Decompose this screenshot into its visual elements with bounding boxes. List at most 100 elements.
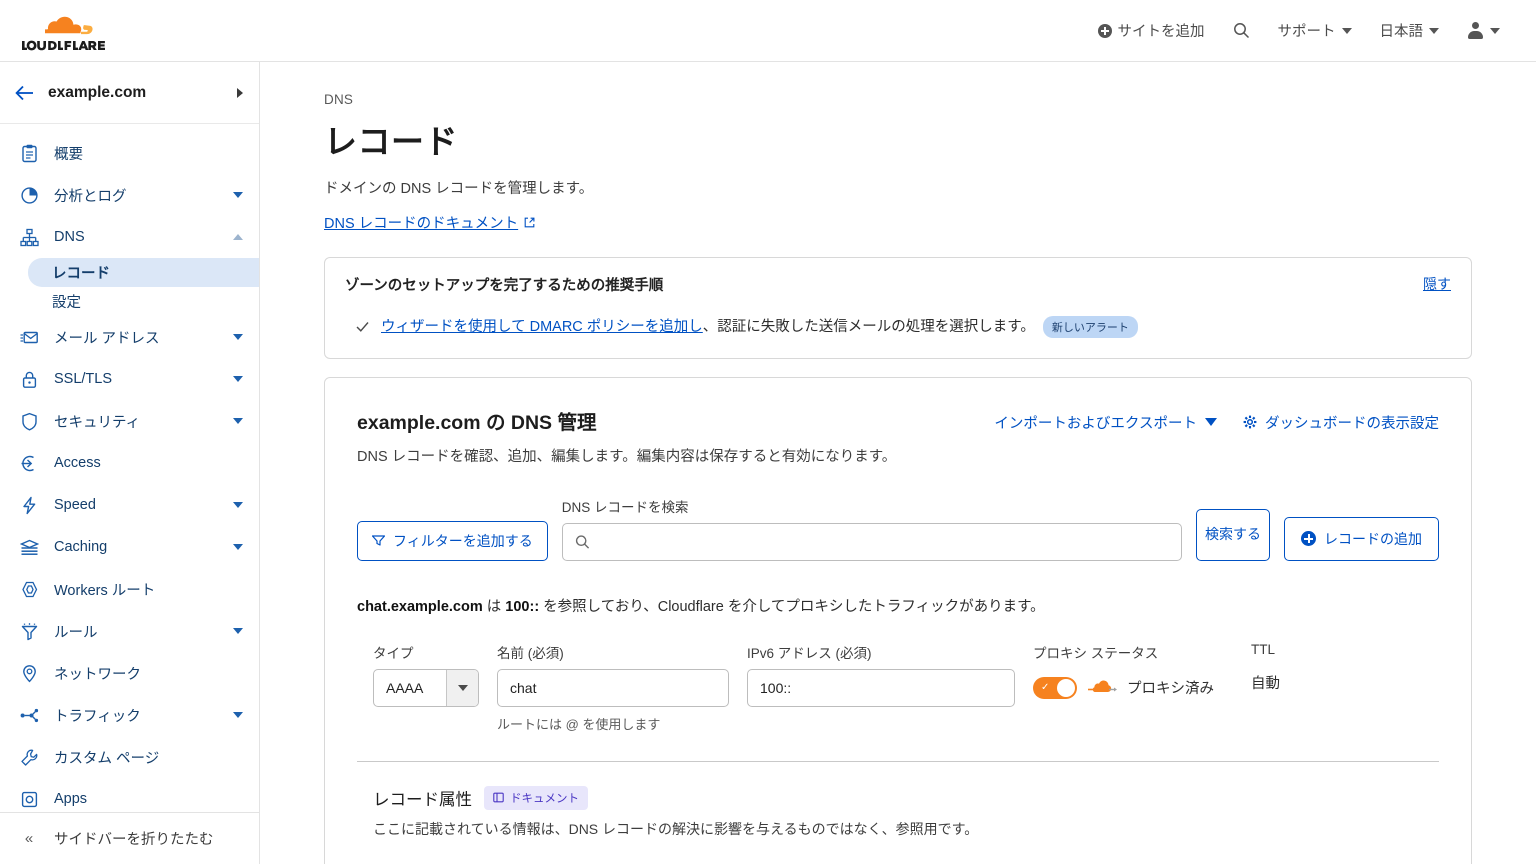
sidebar-item-label: 概要	[54, 146, 83, 163]
ttl-value: 自動	[1251, 676, 1280, 693]
global-search-button[interactable]	[1219, 16, 1264, 45]
sidebar-item-label: 分析とログ	[54, 188, 127, 205]
proxy-status-text: プロキシ済み	[1127, 681, 1214, 698]
add-filter-button[interactable]: フィルターを追加する	[357, 520, 548, 561]
sidebar-item-label: セキュリティ	[54, 414, 141, 431]
add-filter-label: フィルターを追加する	[393, 532, 533, 549]
double-chevron-left-icon: «	[24, 830, 34, 847]
sidebar-item-workers-routes[interactable]: Workers ルート	[0, 568, 259, 610]
add-record-button[interactable]: レコードの追加	[1284, 516, 1439, 561]
sidebar-item-caching[interactable]: Caching	[0, 526, 259, 568]
record-name-hint: ルートには @ を使用します	[497, 716, 661, 732]
sidebar-item-analytics[interactable]: 分析とログ	[0, 174, 259, 216]
language-menu[interactable]: 日本語	[1366, 14, 1454, 47]
sidebar-subitem-label: レコード	[52, 266, 110, 282]
proxy-status-group: プロキシ ステータス ✓ プロキシ済み	[1033, 642, 1233, 707]
cloudflare-logo[interactable]	[18, 9, 122, 53]
collapse-sidebar-button[interactable]: « サイドバーを折りたたむ	[0, 812, 259, 864]
sidebar-item-network[interactable]: ネットワーク	[0, 652, 259, 694]
login-arrow-icon	[18, 452, 40, 474]
page-title: レコード	[324, 123, 458, 160]
sidebar-item-custom-pages[interactable]: カスタム ページ	[0, 736, 259, 778]
page-description: ドメインの DNS レコードを管理します。	[324, 181, 594, 197]
sidebar-subitem-label: 設定	[52, 295, 81, 311]
location-pin-icon	[18, 662, 40, 684]
sidebar-item-overview[interactable]: 概要	[0, 132, 259, 174]
search-submit-button[interactable]: 検索する	[1196, 508, 1270, 561]
records-toolbar: フィルターを追加する DNS レコードを検索 検索する レコードの追加	[357, 496, 1439, 561]
magnifier-icon	[575, 534, 590, 549]
chevron-up-icon	[233, 234, 243, 240]
top-navigation-bar: サイトを追加 サポート 日本語	[0, 0, 1536, 62]
sidebar: example.com 概要 分析とログ DNS レコード 設定 メール アドレ…	[0, 62, 260, 864]
search-records-group: DNS レコードを検索	[561, 496, 1182, 561]
record-type-value: AAAA	[386, 679, 424, 696]
user-avatar-icon	[1467, 22, 1484, 39]
sidebar-item-ssl-tls[interactable]: SSL/TLS	[0, 358, 259, 400]
chevron-down-icon[interactable]	[446, 669, 478, 706]
lightning-bolt-icon	[18, 494, 40, 516]
dns-records-documentation-link[interactable]: DNS レコードのドキュメント	[324, 212, 535, 233]
workers-icon	[18, 578, 40, 600]
import-export-menu[interactable]: インポートおよびエクスポート	[994, 412, 1217, 433]
dmarc-wizard-link[interactable]: ウィザードを使用して DMARC ポリシーを追加し	[381, 319, 703, 335]
ttl-label: TTL	[1251, 641, 1276, 657]
gear-icon	[1243, 415, 1257, 429]
sidebar-item-speed[interactable]: Speed	[0, 484, 259, 526]
add-site-label: サイトを追加	[1117, 24, 1205, 40]
book-icon	[493, 792, 504, 803]
proxy-status-toggle[interactable]: ✓	[1033, 676, 1077, 699]
record-summary-suffix: を参照しており、Cloudflare を介してプロキシしたトラフィックがあります…	[539, 598, 1045, 615]
dashboard-display-settings-button[interactable]: ダッシュボードの表示設定	[1243, 412, 1439, 433]
sidebar-item-rules[interactable]: ルール	[0, 610, 259, 652]
sidebar-item-access[interactable]: Access	[0, 442, 259, 484]
zone-selector[interactable]: example.com	[0, 62, 259, 124]
chevron-down-icon	[233, 376, 243, 382]
banner-step-text: 、認証に失敗した送信メールの処理を選択します。	[702, 319, 1035, 335]
banner-step-row: ウィザードを使用して DMARC ポリシーを追加し、認証に失敗した送信メールの処…	[345, 315, 1451, 338]
zone-setup-banner: ゾーンのセットアップを完了するための推奨手順 隠す ウィザードを使用して DMA…	[324, 257, 1472, 359]
account-menu[interactable]	[1453, 16, 1514, 45]
record-edit-form: タイプ AAAA 名前 (必須) ルートには @ を使用します IPv6 アドレ…	[357, 642, 1439, 733]
sidebar-item-dns-records[interactable]: レコード	[28, 258, 259, 287]
search-records-box[interactable]	[561, 522, 1182, 561]
toggle-knob	[1057, 678, 1075, 697]
record-attributes-section: レコード属性 ドキュメント ここに記載されている情報は、DNS レコードの解決に…	[357, 785, 1439, 864]
apps-icon	[18, 788, 40, 810]
sidebar-item-label: DNS	[54, 229, 85, 245]
sidebar-item-label: Speed	[54, 497, 96, 513]
plus-circle-icon	[1301, 531, 1316, 547]
record-name-group: 名前 (必須) ルートには @ を使用します	[497, 642, 729, 733]
banner-hide-link[interactable]: 隠す	[1423, 274, 1451, 294]
sidebar-item-dns-settings[interactable]: 設定	[28, 287, 259, 316]
sitemap-icon	[18, 226, 40, 248]
record-address-input[interactable]	[747, 668, 1015, 707]
sidebar-item-email[interactable]: メール アドレス	[0, 316, 259, 358]
sidebar-item-security[interactable]: セキュリティ	[0, 400, 259, 442]
record-name-label: 名前 (必須)	[497, 645, 564, 661]
chevron-down-icon	[233, 418, 243, 424]
record-summary-mid: は	[482, 598, 506, 615]
zone-name: example.com	[48, 83, 147, 101]
sidebar-item-label: Apps	[54, 791, 88, 807]
record-address-group: IPv6 アドレス (必須)	[747, 642, 1015, 707]
sidebar-item-dns[interactable]: DNS	[0, 216, 259, 258]
clipboard-icon	[18, 142, 40, 164]
sidebar-item-label: ネットワーク	[54, 666, 141, 683]
support-menu[interactable]: サポート	[1264, 14, 1366, 47]
add-site-button[interactable]: サイトを追加	[1084, 14, 1219, 47]
external-link-icon	[524, 217, 535, 228]
ttl-group: TTL 自動	[1251, 642, 1371, 702]
record-summary: chat.example.com は 100:: を参照しており、Cloudfl…	[357, 595, 1439, 616]
search-records-input[interactable]	[598, 523, 1181, 560]
language-label: 日本語	[1379, 24, 1424, 40]
database-icon	[18, 536, 40, 558]
attributes-documentation-badge[interactable]: ドキュメント	[484, 785, 588, 810]
import-export-label: インポートおよびエクスポート	[994, 415, 1197, 432]
check-icon	[355, 319, 371, 334]
card-title: example.com の DNS 管理	[357, 411, 597, 434]
sidebar-item-traffic[interactable]: トラフィック	[0, 694, 259, 736]
record-name-input[interactable]	[497, 668, 729, 707]
record-type-select[interactable]: AAAA	[373, 668, 479, 707]
back-arrow-icon[interactable]	[14, 82, 36, 104]
